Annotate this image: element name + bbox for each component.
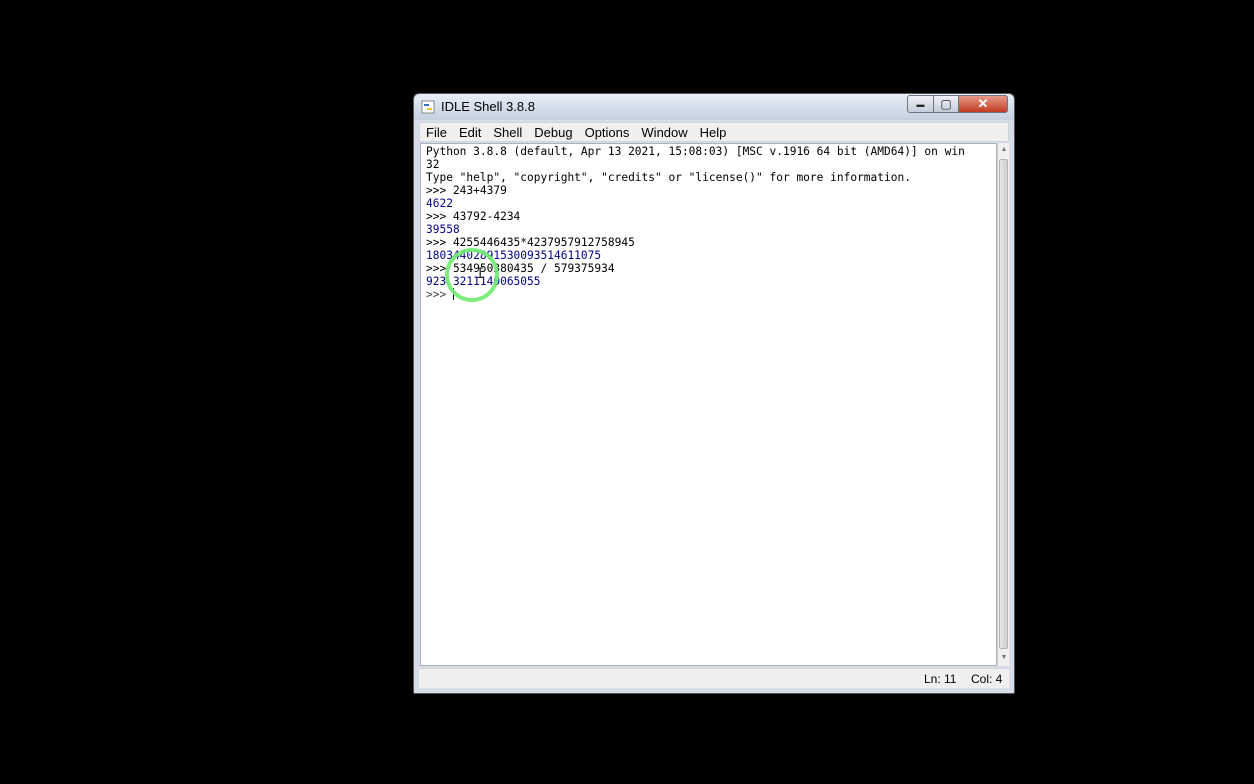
maximize-icon: ▢ bbox=[940, 97, 952, 111]
output-line: 18034402891530093514611075 bbox=[426, 249, 602, 262]
banner-line: Type "help", "copyright", "credits" or "… bbox=[426, 171, 911, 184]
idle-shell-window: IDLE Shell 3.8.8 ▬ ▢ ✕ File Edit Shell D… bbox=[413, 93, 1015, 694]
menu-help[interactable]: Help bbox=[694, 125, 733, 140]
status-line-number: Ln: 11 bbox=[924, 672, 957, 686]
shell-text-area[interactable]: Python 3.8.8 (default, Apr 13 2021, 15:0… bbox=[420, 143, 997, 666]
close-button[interactable]: ✕ bbox=[958, 95, 1008, 113]
output-line: 39558 bbox=[426, 223, 460, 236]
shell-lines: Python 3.8.8 (default, Apr 13 2021, 15:0… bbox=[426, 145, 965, 301]
python-idle-icon bbox=[421, 100, 435, 114]
active-prompt-line[interactable]: >>> bbox=[426, 288, 965, 301]
banner-line: 32 bbox=[426, 158, 440, 171]
status-bar: Ln: 11 Col: 4 bbox=[419, 668, 1009, 688]
scroll-down-arrow-icon[interactable]: ▼ bbox=[999, 653, 1009, 663]
minimize-button[interactable]: ▬ bbox=[907, 95, 934, 113]
menu-bar: File Edit Shell Debug Options Window Hel… bbox=[419, 122, 1009, 142]
menu-debug[interactable]: Debug bbox=[528, 125, 578, 140]
mouse-click-highlight bbox=[445, 248, 499, 302]
menu-options[interactable]: Options bbox=[579, 125, 636, 140]
minimize-icon: ▬ bbox=[916, 99, 925, 109]
menu-edit[interactable]: Edit bbox=[453, 125, 487, 140]
output-line: 4622 bbox=[426, 197, 453, 210]
input-line: >>> 4255446435*4237957912758945 bbox=[426, 236, 635, 249]
menu-file[interactable]: File bbox=[420, 125, 453, 140]
maximize-button[interactable]: ▢ bbox=[933, 95, 959, 113]
input-line: >>> 43792-4234 bbox=[426, 210, 521, 223]
menu-window[interactable]: Window bbox=[635, 125, 693, 140]
output-line: 923.3211140065055 bbox=[426, 275, 541, 288]
scroll-up-arrow-icon[interactable]: ▲ bbox=[999, 145, 1009, 155]
ibeam-cursor-icon: I bbox=[476, 266, 485, 282]
title-bar[interactable]: IDLE Shell 3.8.8 ▬ ▢ ✕ bbox=[414, 94, 1014, 120]
input-line: >>> 243+4379 bbox=[426, 184, 507, 197]
scrollbar-thumb[interactable] bbox=[999, 159, 1008, 649]
window-title: IDLE Shell 3.8.8 bbox=[441, 99, 535, 114]
menu-shell[interactable]: Shell bbox=[487, 125, 528, 140]
vertical-scrollbar[interactable]: ▲ ▼ bbox=[997, 143, 1009, 666]
status-column-number: Col: 4 bbox=[971, 672, 1003, 686]
input-line: >>> 534950380435 / 579375934 bbox=[426, 262, 615, 275]
close-icon: ✕ bbox=[977, 96, 989, 111]
banner-line: Python 3.8.8 (default, Apr 13 2021, 15:0… bbox=[426, 145, 965, 158]
